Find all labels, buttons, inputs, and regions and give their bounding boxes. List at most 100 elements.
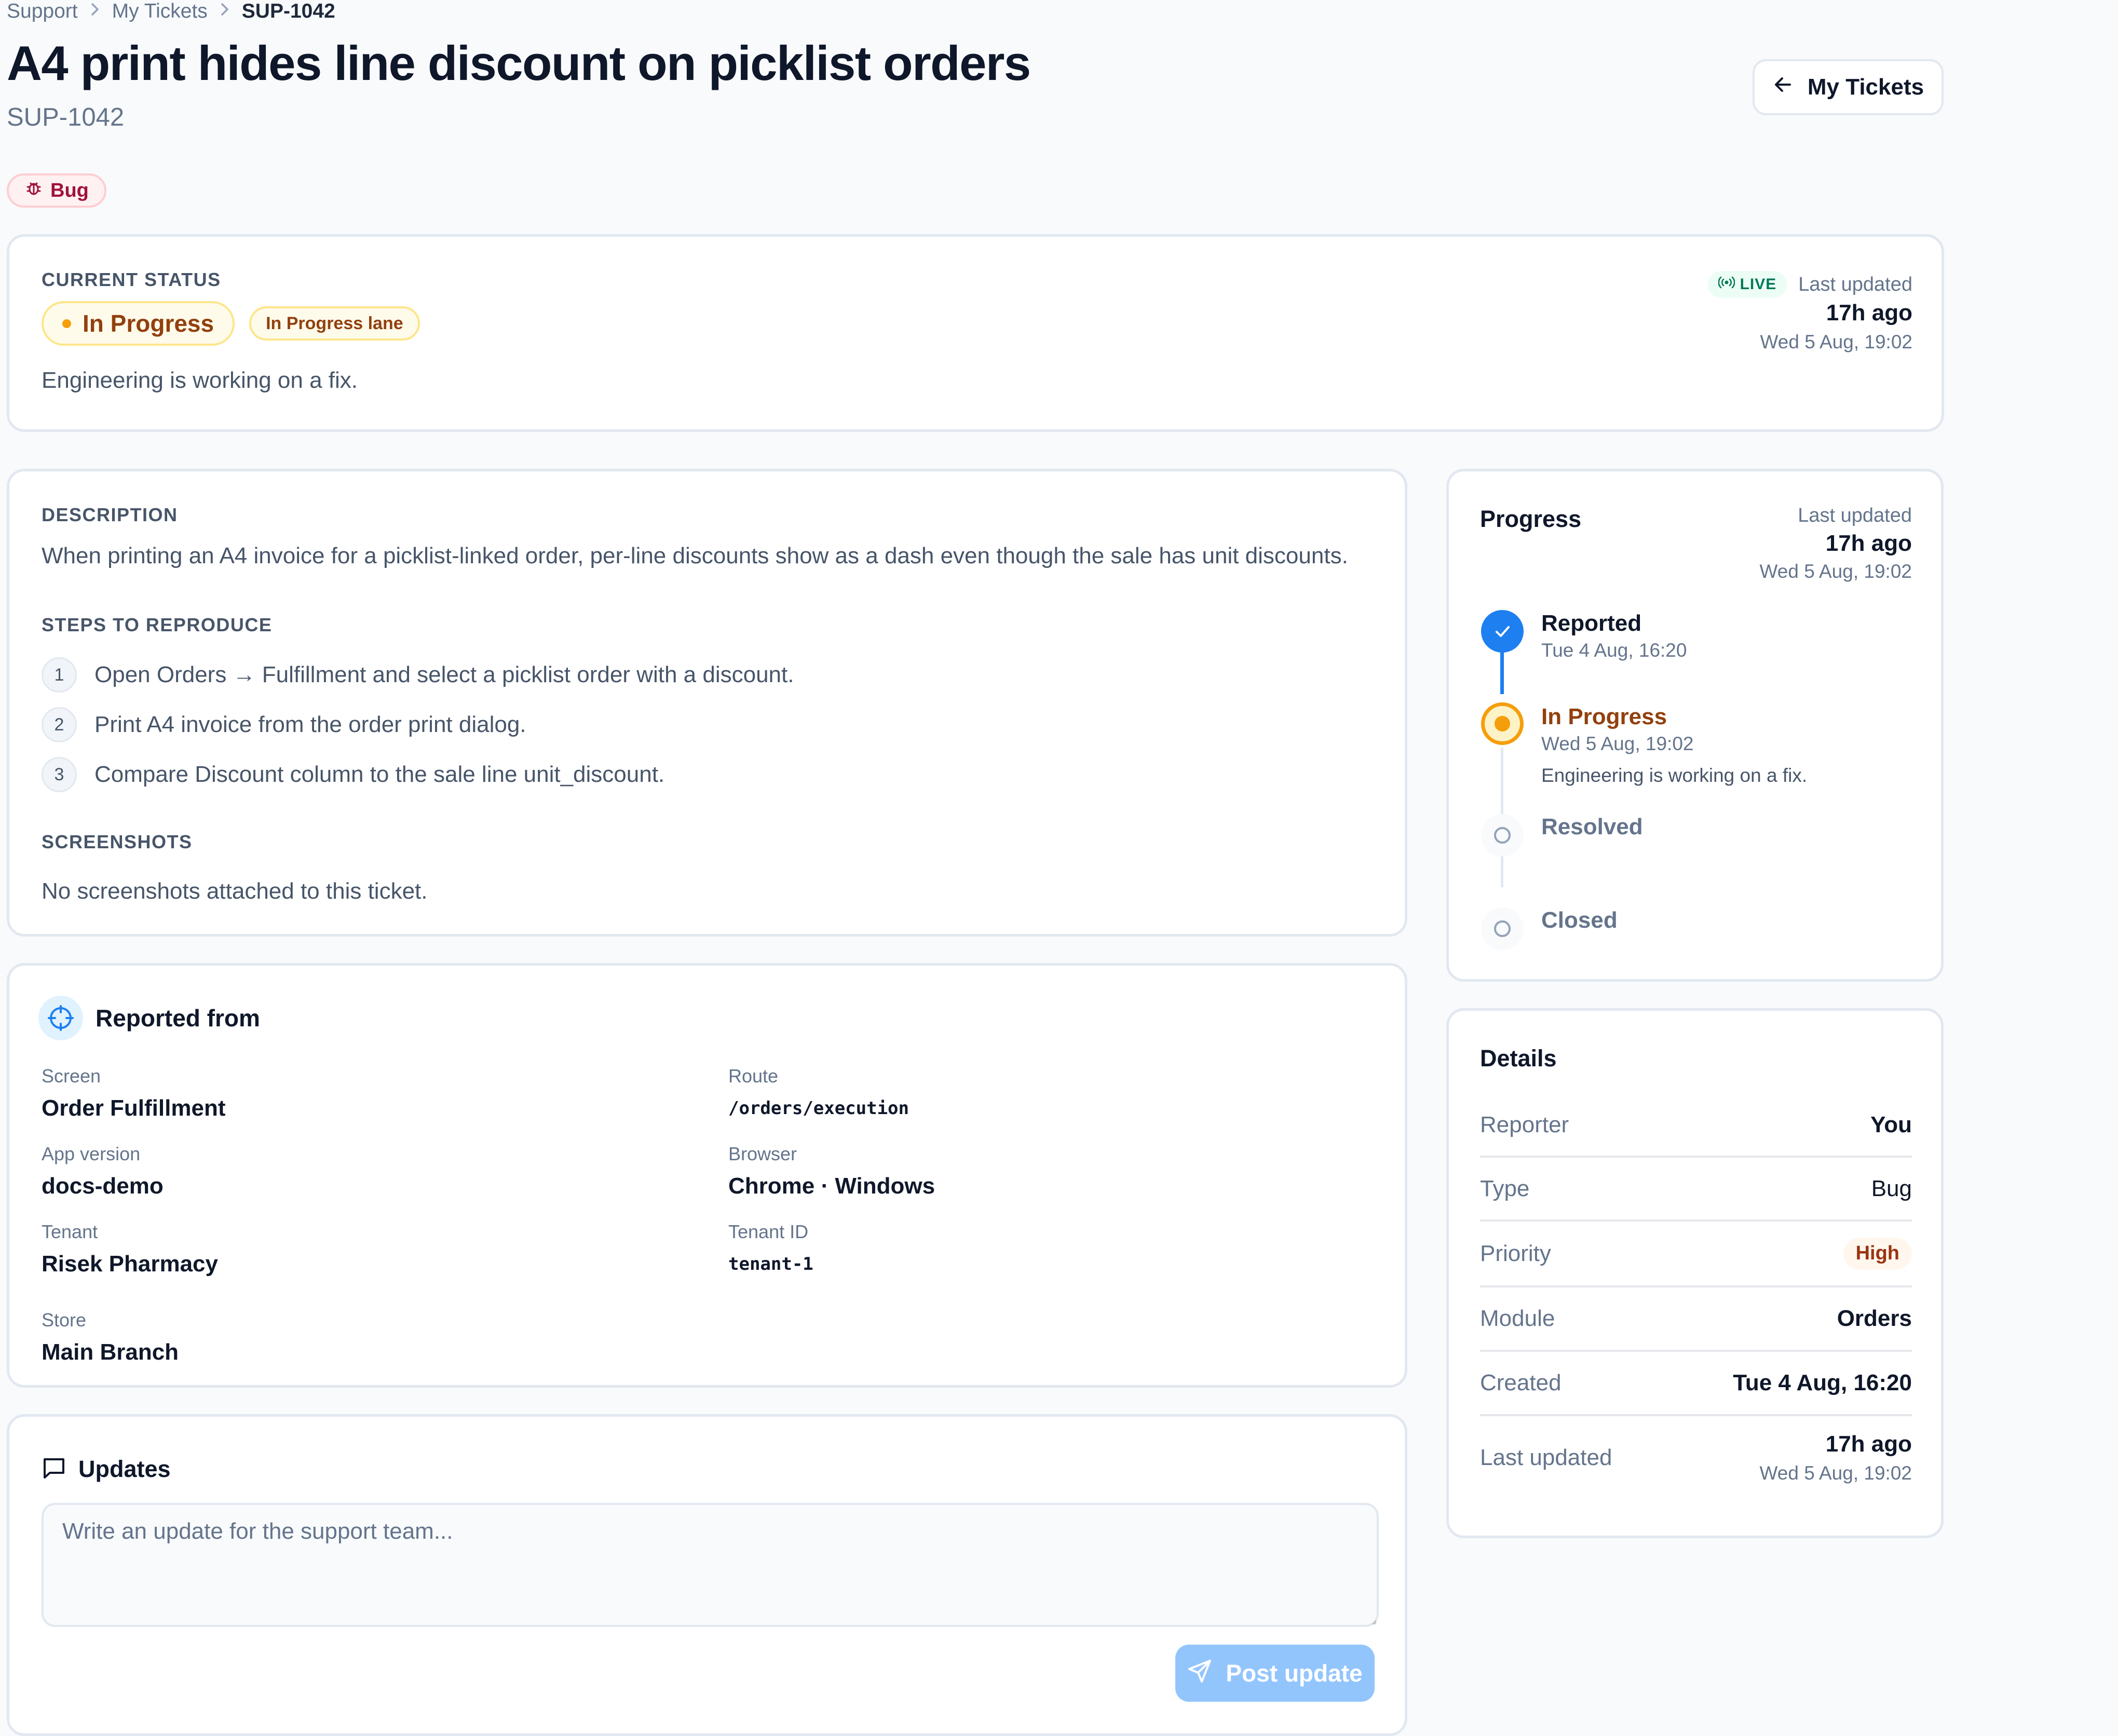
progress-last-updated-relative: 17h ago [1825, 531, 1912, 556]
chevron-right-icon [89, 2, 101, 21]
details-card: Details Reporter You Type Bug Priority H… [1446, 1008, 1944, 1538]
step-text: Print A4 invoice from the order print di… [94, 712, 526, 737]
live-label: LIVE [1740, 276, 1777, 293]
post-update-label: Post update [1226, 1660, 1363, 1687]
lane-badge: In Progress lane [249, 306, 420, 341]
description-heading: DESCRIPTION [42, 504, 178, 525]
screenshots-heading: SCREENSHOTS [42, 831, 193, 852]
step-item: 3 Compare Discount column to the sale li… [42, 757, 664, 792]
detail-row-type: Type Bug [1480, 1158, 1912, 1222]
ticket-id: SUP-1042 [7, 103, 125, 131]
steps-heading: STEPS TO REPRODUCE [42, 614, 273, 635]
arrow-left-icon [1772, 74, 1794, 101]
step-number: 1 [42, 657, 77, 693]
ticket-type-badge: Bug [7, 173, 106, 208]
timeline-connector [1501, 748, 1503, 818]
status-label: In Progress [83, 310, 214, 337]
timeline-step-date: Wed 5 Aug, 19:02 [1541, 733, 1694, 754]
status-badge: In Progress [42, 301, 235, 346]
tenant-id-label: Tenant ID [728, 1221, 809, 1242]
detail-row-last-updated: Last updated 17h ago Wed 5 Aug, 19:02 [1480, 1416, 1912, 1499]
details-title: Details [1480, 1045, 1557, 1072]
timeline-step-label: Resolved [1541, 814, 1643, 839]
message-square-icon [42, 1456, 66, 1483]
route-value: /orders/execution [728, 1098, 909, 1119]
last-updated-label: Last updated [1798, 273, 1912, 295]
last-updated-timestamp: Wed 5 Aug, 19:02 [1760, 331, 1913, 352]
detail-value: You [1870, 1111, 1912, 1137]
browser-label: Browser [728, 1143, 797, 1164]
app-version-label: App version [42, 1143, 141, 1164]
status-dot [62, 319, 71, 328]
in-progress-step-dot [1495, 716, 1510, 731]
timeline-step-label: In Progress [1541, 704, 1667, 729]
status-note: Engineering is working on a fix. [42, 368, 358, 393]
description-card: DESCRIPTION When printing an A4 invoice … [7, 469, 1407, 937]
step-number: 3 [42, 757, 77, 792]
in-progress-step-icon [1481, 702, 1524, 745]
details-list: Reporter You Type Bug Priority High Modu… [1480, 1094, 1912, 1499]
progress-card: Progress Last updated 17h ago Wed 5 Aug,… [1446, 469, 1944, 982]
current-status-card: CURRENT STATUS In Progress In Progress l… [7, 234, 1944, 432]
pending-step-ring [1494, 827, 1511, 844]
detail-key: Reporter [1480, 1111, 1569, 1137]
updates-title: Updates [78, 1456, 171, 1482]
detail-value-stack: 17h ago Wed 5 Aug, 19:02 [1760, 1431, 1912, 1484]
live-badge: LIVE [1707, 271, 1787, 298]
crosshair-icon [38, 996, 83, 1040]
live-updated-row: LIVE Last updated [1707, 271, 1912, 298]
tenant-value: Risek Pharmacy [42, 1251, 218, 1277]
detail-row-module: Module Orders [1480, 1287, 1912, 1352]
progress-last-updated-label: Last updated [1798, 505, 1912, 526]
send-icon [1187, 1658, 1213, 1689]
update-input[interactable] [42, 1503, 1379, 1627]
store-label: Store [42, 1309, 87, 1331]
tenant-id-value: tenant-1 [728, 1254, 813, 1274]
screenshots-empty-text: No screenshots attached to this ticket. [42, 878, 428, 904]
step-text: Open Orders → Fulfillment and select a p… [94, 662, 794, 687]
detail-key: Priority [1480, 1240, 1551, 1266]
current-status-heading: CURRENT STATUS [42, 269, 221, 290]
pending-step-ring [1494, 920, 1511, 937]
detail-key: Created [1480, 1370, 1562, 1395]
detail-value: Bug [1871, 1175, 1912, 1201]
bug-icon [24, 179, 43, 202]
detail-value-relative: 17h ago [1825, 1431, 1912, 1457]
screen-label: Screen [42, 1065, 101, 1087]
detail-key: Type [1480, 1175, 1530, 1201]
back-to-my-tickets-button[interactable]: My Tickets [1753, 59, 1944, 115]
step-text: Compare Discount column to the sale line… [94, 762, 665, 787]
step-number: 2 [42, 707, 77, 742]
reported-from-card: Reported from Screen Order Fulfillment R… [7, 963, 1407, 1388]
priority-badge: High [1843, 1237, 1912, 1270]
ticket-page: Support My Tickets SUP-1042 A4 print hid… [0, 0, 2118, 1736]
timeline-step-date: Tue 4 Aug, 16:20 [1541, 640, 1687, 661]
timeline-connector [1500, 652, 1504, 694]
post-update-button[interactable]: Post update [1175, 1645, 1375, 1702]
timeline-step-label: Closed [1541, 907, 1618, 933]
step-item: 2 Print A4 invoice from the order print … [42, 707, 526, 742]
detail-row-created: Created Tue 4 Aug, 16:20 [1480, 1352, 1912, 1416]
detail-row-priority: Priority High [1480, 1222, 1912, 1287]
breadcrumb-current: SUP-1042 [241, 0, 335, 22]
detail-row-reporter: Reporter You [1480, 1094, 1912, 1158]
status-badges: In Progress In Progress lane [42, 301, 420, 346]
pending-step-icon [1481, 814, 1524, 857]
description-text: When printing an A4 invoice for a pickli… [42, 543, 1348, 568]
last-updated-relative: 17h ago [1826, 300, 1912, 326]
page-title: A4 print hides line discount on picklist… [7, 36, 1031, 90]
detail-key: Last updated [1480, 1444, 1612, 1470]
breadcrumb-my-tickets[interactable]: My Tickets [112, 0, 208, 23]
detail-value-timestamp: Wed 5 Aug, 19:02 [1759, 1462, 1912, 1484]
screen-value: Order Fulfillment [42, 1095, 226, 1121]
check-icon [1481, 610, 1524, 653]
breadcrumb-support[interactable]: Support [7, 0, 78, 23]
detail-key: Module [1480, 1306, 1555, 1331]
route-label: Route [728, 1065, 779, 1087]
timeline-step-label: Reported [1541, 611, 1642, 636]
reported-from-title: Reported from [96, 1005, 260, 1032]
detail-value: Orders [1837, 1306, 1912, 1331]
progress-last-updated-timestamp: Wed 5 Aug, 19:02 [1759, 561, 1912, 582]
progress-title: Progress [1480, 506, 1582, 532]
detail-value: Tue 4 Aug, 16:20 [1733, 1370, 1912, 1395]
